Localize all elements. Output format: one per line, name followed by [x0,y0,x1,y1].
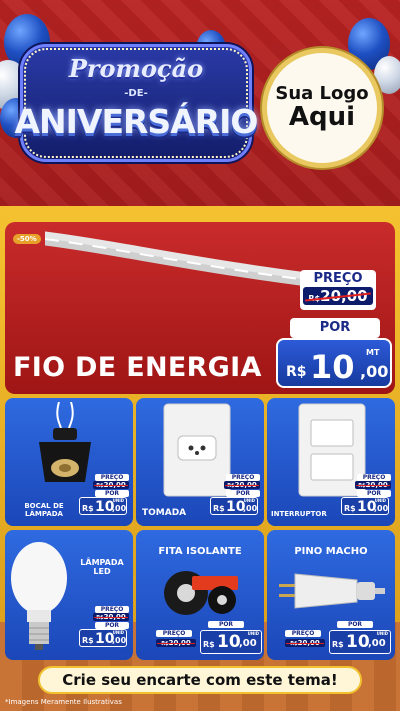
new-currency: R$ [286,364,307,380]
old-price: R$20,00 [285,639,325,647]
new-price: R$ 10,00 UNID [200,630,262,654]
disclaimer-text: *Imagens Meramente Ilustrativas [5,698,122,706]
old-price: R$20,00 [303,287,373,305]
product-name: INTERRUPTOR [271,510,327,518]
new-price: R$ 10,00 UNID [79,629,127,647]
unit-label: MT [366,348,380,357]
hero-new-price: R$ 10 MT ,00 [276,338,392,388]
bulb-image [11,542,67,650]
price-tag: PREÇO R$20,00 POR R$ 10,00 UNID [210,474,260,515]
preco-label: PREÇO [226,474,260,481]
logo-line2: Aqui [288,101,356,132]
banner-promo-text: Promoção [68,54,204,83]
product-name: PINO MACHO [294,546,368,557]
hero-title: FIO DE ENERGIA [13,352,262,383]
new-price: R$ 10,00 UNID [79,497,127,515]
por-label: POR [208,621,244,628]
logo-placeholder[interactable]: Sua Logo Aqui [262,48,382,168]
price-tag: PREÇO R$20,00 POR R$ 10,00 UNID [285,621,391,656]
hero-old-price-box: PREÇO R$20,00 [300,270,376,310]
discount-tag: -50% [13,234,41,244]
preco-label: PREÇO [156,630,192,637]
product-card-lampada[interactable]: LÂMPADA LED PREÇO R$20,00 POR R$ 10,00 UNI… [5,530,133,660]
product-card-bocal[interactable]: BOCAL DE LÂMPADA PREÇO R$20,00 POR R$ 10,… [5,398,133,526]
product-name: TOMADA [142,508,187,518]
new-price: R$ 10,00 UNID [210,497,258,515]
new-price: R$ 10,00 UNID [341,497,389,515]
por-label: POR [95,490,129,497]
plug-image [279,573,385,609]
preco-label: PREÇO [357,474,391,481]
banner-de-text: -DE- [124,88,148,99]
por-label: POR [95,622,129,629]
preco-label: PREÇO [95,474,129,481]
product-name: BOCAL DE LÂMPADA [24,502,64,518]
por-label: POR [226,490,260,497]
por-label: POR [290,318,380,338]
old-price: R$20,00 [93,613,129,621]
product-name: LÂMPADA LED [80,558,124,576]
new-price: R$ 10,00 UNID [329,630,391,654]
product-card-interruptor[interactable]: INTERRUPTOR PREÇO R$20,00 POR R$ 10,00 UNI… [267,398,395,526]
por-label: POR [357,490,391,497]
preco-label: PREÇO [313,271,363,286]
price-tag: PREÇO R$20,00 POR R$ 10,00 UNID [156,621,262,656]
product-card-tomada[interactable]: TOMADA PREÇO R$20,00 POR R$ 10,00 UNID [136,398,264,526]
new-price-int: 10 [310,348,355,386]
cta-button[interactable]: Crie seu encarte com este tema! [38,666,362,694]
anniversary-banner: Promoção -DE- ANIVERSÁRIO [15,44,258,162]
preco-label: PREÇO [285,630,321,637]
old-price: R$20,00 [224,481,260,489]
logo-line1: Sua Logo [275,82,369,104]
tape-image [164,571,238,615]
price-tag: PREÇO R$20,00 POR R$ 10,00 UNID [341,474,391,515]
price-tag: PREÇO R$20,00 POR R$ 10,00 UNID [79,606,129,647]
price-tag: PREÇO R$20,00 POR R$ 10,00 UNID [79,474,129,515]
banner-aniversario-text: ANIVERSÁRIO [14,102,259,141]
preco-label: PREÇO [95,606,129,613]
old-price: R$20,00 [156,639,196,647]
old-price: R$20,00 [93,481,129,489]
new-price-dec: ,00 [360,362,389,381]
por-label: POR [337,621,373,628]
product-card-pino[interactable]: PINO MACHO PREÇO R$20,00 POR R$ 10,00 UNID [267,530,395,660]
old-price: R$20,00 [355,481,391,489]
product-name: FITA ISOLANTE [158,546,242,557]
product-card-fita[interactable]: FITA ISOLANTE PREÇO R$20,00 POR R$ 10,00 U… [136,530,264,660]
